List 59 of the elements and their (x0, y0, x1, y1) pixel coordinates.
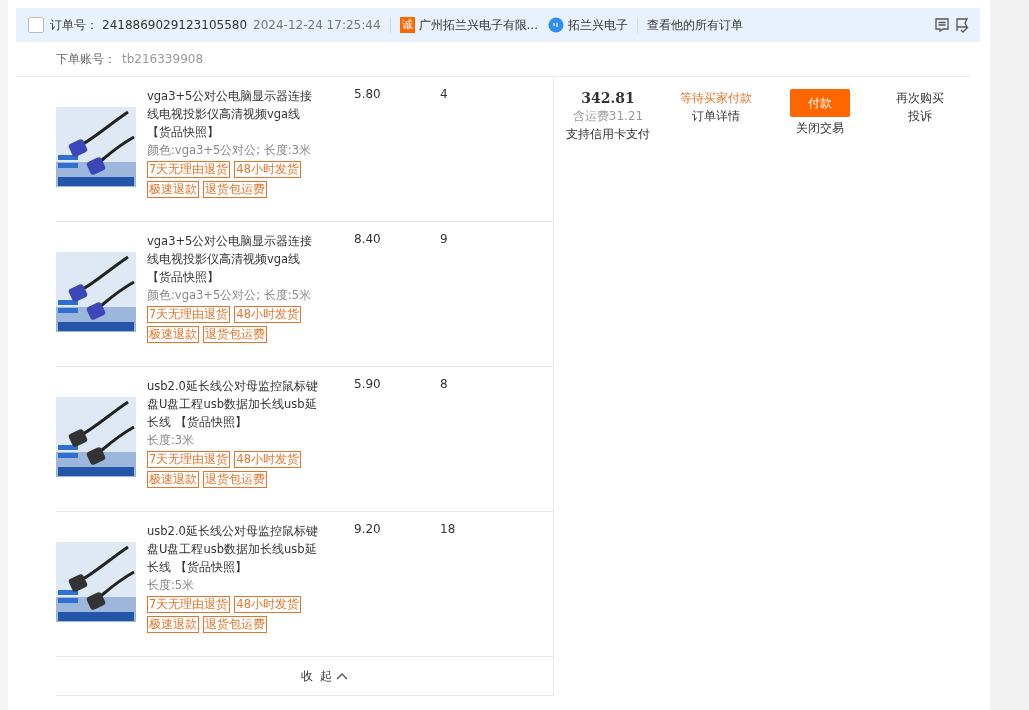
service-tag: 48小时发货 (234, 306, 301, 323)
service-tag: 极速退款 (147, 471, 199, 488)
product-title[interactable]: vga3+5公对公电脑显示器连接线电视投影仪高清视频vga线 【货品快照】 (147, 87, 319, 141)
product-title[interactable]: usb2.0延长线公对母监控鼠标键盘U盘工程usb数据加长线usb延长线 【货品快照】 (147, 377, 319, 431)
service-tag: 7天无理由退货 (147, 161, 231, 178)
service-tag: 退货包运费 (203, 181, 267, 198)
product-spec: 长度:5米 (147, 577, 196, 594)
snapshot-link[interactable]: 【货品快照】 (174, 415, 247, 429)
product-spec: 长度:3米 (147, 432, 196, 449)
service-tag: 7天无理由退货 (147, 596, 231, 613)
checkbox[interactable] (28, 17, 44, 33)
collapse-button[interactable]: 收 起 (300, 667, 349, 685)
quantity: 8 (440, 377, 449, 391)
total-amount: 342.81 (581, 89, 635, 107)
service-tag: 48小时发货 (234, 161, 301, 178)
order-number-label: 订单号： (50, 16, 98, 34)
order-time: 2024-12-24 17:25:44 (253, 18, 381, 32)
service-tag: 48小时发货 (234, 451, 301, 468)
unit-price: 5.90 (354, 377, 382, 391)
unit-price: 8.40 (354, 232, 382, 246)
shipping-fee: 含运费31.21 (572, 108, 644, 125)
service-tag: 极速退款 (147, 616, 199, 633)
service-tag: 退货包运费 (203, 326, 267, 343)
quantity: 4 (440, 87, 449, 101)
service-tag: 极速退款 (147, 326, 199, 343)
product-spec: 颜色:vga3+5公对公; 长度:3米 (147, 142, 313, 159)
product-title[interactable]: usb2.0延长线公对母监控鼠标键盘U盘工程usb数据加长线usb延长线 【货品快照】 (147, 522, 319, 576)
credit-note: 支持信用卡支付 (566, 126, 650, 143)
service-tag: 极速退款 (147, 181, 199, 198)
rebuy-link[interactable]: 再次购买 (896, 89, 944, 107)
service-tag: 7天无理由退货 (147, 451, 231, 468)
caret-icon (336, 672, 349, 680)
account-label: 下单账号： (56, 50, 116, 68)
snapshot-link[interactable]: 【货品快照】 (174, 560, 247, 574)
unit-price: 5.80 (354, 87, 382, 101)
note-icon[interactable] (934, 17, 950, 33)
quantity: 18 (440, 522, 457, 536)
complain-link[interactable]: 投诉 (908, 107, 932, 125)
snapshot-link[interactable]: 【货品快照】 (147, 125, 219, 139)
product-spec: 颜色:vga3+5公对公; 长度:5米 (147, 287, 313, 304)
unit-price: 9.20 (354, 522, 382, 536)
chat-icon[interactable] (547, 17, 564, 33)
seller-link[interactable]: 拓兰兴电子 (567, 16, 628, 34)
service-tag: 7天无理由退货 (147, 306, 231, 323)
order-number: 2418869029123105580 (102, 18, 248, 32)
service-tag: 48小时发货 (234, 596, 301, 613)
product-title[interactable]: vga3+5公对公电脑显示器连接线电视投影仪高清视频vga线 【货品快照】 (147, 232, 319, 286)
shop-link[interactable]: 广州拓兰兴电子有限... (418, 16, 538, 34)
flag-icon[interactable] (954, 17, 970, 33)
account-value: tb216339908 (122, 52, 204, 66)
shop-badge: 诚 (399, 17, 415, 33)
quantity: 9 (440, 232, 449, 246)
service-tag: 退货包运费 (203, 471, 267, 488)
service-tag: 退货包运费 (203, 616, 267, 633)
close-trade-link[interactable]: 关闭交易 (796, 119, 844, 137)
order-status: 等待买家付款 (680, 90, 752, 107)
snapshot-link[interactable]: 【货品快照】 (147, 270, 219, 284)
order-detail-link[interactable]: 订单详情 (692, 107, 740, 125)
all-orders-link[interactable]: 查看他的所有订单 (646, 16, 743, 34)
